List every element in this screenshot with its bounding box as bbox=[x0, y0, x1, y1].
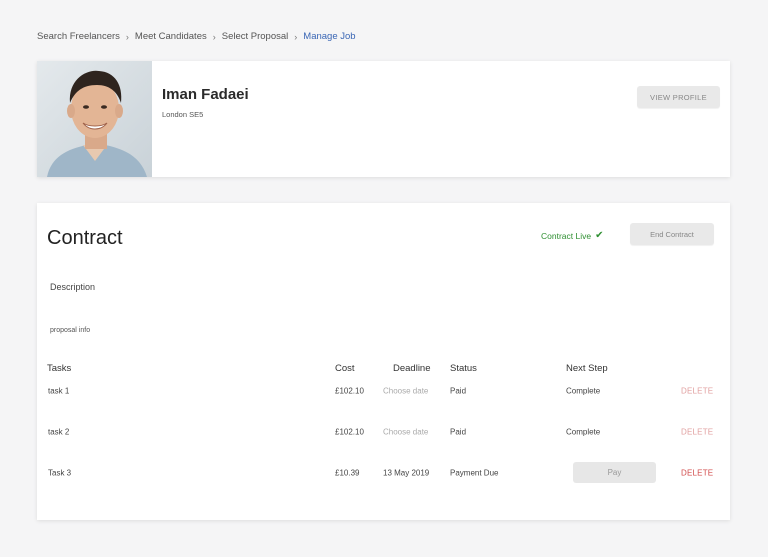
contract-card: Contract Contract Live ✔ End Contract De… bbox=[37, 203, 730, 520]
chevron-right-icon: › bbox=[294, 31, 298, 42]
pay-button[interactable]: Pay bbox=[573, 462, 656, 483]
task-name: task 2 bbox=[48, 427, 70, 437]
task-status: Paid bbox=[450, 386, 467, 396]
freelancer-name: Iman Fadaei bbox=[162, 86, 249, 103]
chevron-right-icon: › bbox=[212, 31, 216, 42]
task-name: Task 3 bbox=[48, 468, 72, 478]
delete-button[interactable]: DELETE bbox=[681, 469, 713, 478]
next-step: Complete bbox=[566, 386, 601, 396]
breadcrumb-meet-candidates[interactable]: Meet Candidates bbox=[135, 31, 207, 42]
next-step: Complete bbox=[566, 427, 601, 437]
description-label: Description bbox=[50, 282, 96, 292]
contract-title: Contract bbox=[47, 227, 123, 249]
header-cost: Cost bbox=[335, 363, 355, 374]
table-row: Task 3 £10.39 13 May 2019 Payment Due Pa… bbox=[37, 461, 730, 485]
profile-card: Iman Fadaei London SE5 VIEW PROFILE bbox=[37, 61, 730, 177]
freelancer-location: London SE5 bbox=[162, 110, 204, 119]
contract-status: Contract Live ✔ bbox=[541, 230, 603, 241]
chevron-right-icon: › bbox=[125, 31, 129, 42]
delete-button[interactable]: DELETE bbox=[681, 387, 713, 396]
deadline-picker[interactable]: Choose date bbox=[383, 387, 428, 396]
header-next-step: Next Step bbox=[566, 363, 608, 374]
breadcrumb-select-proposal[interactable]: Select Proposal bbox=[222, 31, 289, 42]
task-status: Paid bbox=[450, 427, 467, 437]
check-icon: ✔ bbox=[595, 230, 604, 241]
contract-status-label: Contract Live bbox=[541, 230, 592, 241]
avatar-photo bbox=[37, 61, 152, 177]
task-deadline[interactable]: 13 May 2019 bbox=[383, 469, 429, 478]
header-status: Status bbox=[450, 363, 477, 374]
task-status: Payment Due bbox=[450, 468, 499, 478]
header-tasks: Tasks bbox=[47, 363, 72, 374]
breadcrumb-manage-job[interactable]: Manage Job bbox=[303, 31, 355, 42]
header-deadline: Deadline bbox=[393, 363, 431, 374]
table-row: task 2 £102.10 Choose date Paid Complete… bbox=[37, 420, 730, 444]
view-profile-button[interactable]: VIEW PROFILE bbox=[637, 86, 720, 108]
task-cost: £102.10 bbox=[335, 386, 364, 396]
avatar bbox=[37, 61, 152, 177]
task-name: task 1 bbox=[48, 386, 70, 396]
deadline-picker[interactable]: Choose date bbox=[383, 428, 428, 437]
task-cost: £102.10 bbox=[335, 427, 364, 437]
breadcrumb: Search Freelancers › Meet Candidates › S… bbox=[37, 31, 356, 42]
description-text: proposal info bbox=[50, 327, 91, 334]
task-cost: £10.39 bbox=[335, 468, 360, 478]
delete-button[interactable]: DELETE bbox=[681, 428, 713, 437]
end-contract-button[interactable]: End Contract bbox=[630, 223, 714, 245]
breadcrumb-search-freelancers[interactable]: Search Freelancers bbox=[37, 31, 120, 42]
table-row: task 1 £102.10 Choose date Paid Complete… bbox=[37, 379, 730, 403]
